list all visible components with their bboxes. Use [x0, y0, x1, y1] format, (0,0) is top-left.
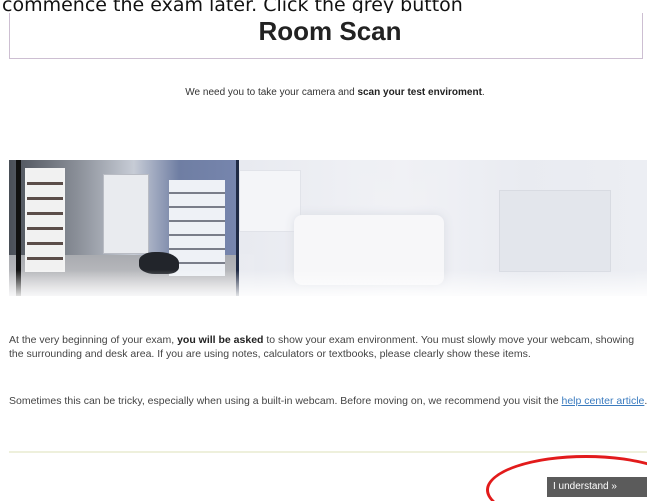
paragraph2-start: Sometimes this can be tricky, especially… [9, 395, 562, 407]
paragraph1-bold: you will be asked [177, 334, 264, 346]
closet-door [103, 174, 149, 254]
paragraph1-start: At the very beginning of your exam, [9, 334, 178, 346]
image-fade [9, 270, 647, 300]
help-center-link[interactable]: help center article [561, 395, 644, 407]
bookshelf [25, 168, 65, 272]
panorama-window [239, 170, 301, 232]
footer-divider [9, 451, 647, 453]
page-title: Room Scan [258, 16, 402, 46]
instructions-paragraph: At the very beginning of your exam, you … [9, 333, 647, 361]
panorama-desk [499, 190, 611, 272]
intro-text-bold: scan your test enviroment [357, 87, 482, 98]
intro-text-start: We need you to take your camera and [185, 87, 358, 98]
intro-text: We need you to take your camera and scan… [0, 87, 647, 98]
i-understand-button[interactable]: I understand » [547, 477, 647, 497]
room-scan-page: commence the exam later. Click the grey … [0, 0, 647, 501]
intro-text-end: . [481, 87, 485, 98]
recommendation-paragraph: Sometimes this can be tricky, especially… [9, 394, 647, 408]
